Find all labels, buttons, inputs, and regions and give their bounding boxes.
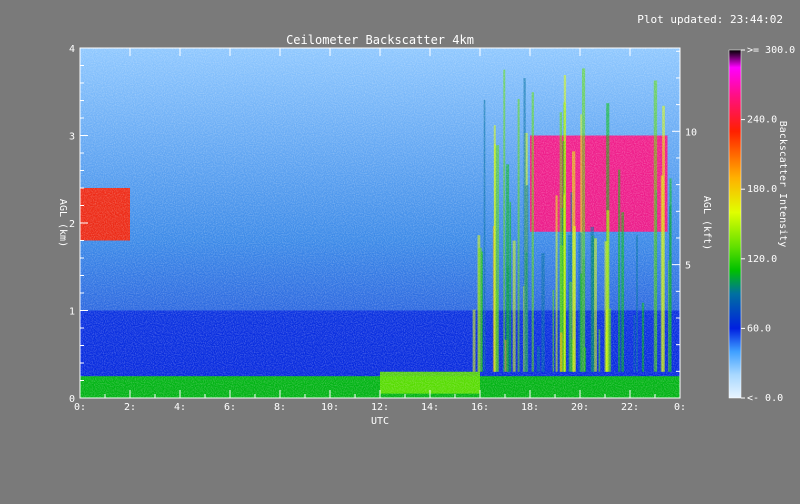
speckle-overlay: [80, 48, 680, 398]
chart-canvas: Plot updated: 23:44:02 Ceilometer Backsc…: [57, 13, 795, 427]
x-tick-label: 18:: [521, 402, 539, 413]
y-axis-left-label: AGL (km): [57, 199, 68, 247]
x-tick-label: 0:: [74, 402, 86, 413]
x-tick-label: 10:: [321, 402, 339, 413]
y-tick-label-km: 2: [69, 219, 75, 230]
y-tick-label-km: 4: [69, 44, 75, 55]
y-axis-right-label: AGL (kft): [701, 196, 712, 250]
chart-title: Ceilometer Backscatter 4km: [286, 33, 474, 47]
colorbar-tick-label: 120.0: [747, 254, 777, 265]
y-tick-label-km: 1: [69, 307, 75, 318]
colorbar-tick-label: 240.0: [747, 115, 777, 126]
colorbar-tick-label: 180.0: [747, 184, 777, 195]
x-tick-label: 2:: [124, 402, 136, 413]
x-axis-label: UTC: [371, 416, 389, 427]
ceilometer-plot: Plot updated: 23:44:02 Ceilometer Backsc…: [0, 0, 800, 500]
heatmap-area: [80, 48, 680, 398]
y-tick-label-km: 3: [69, 132, 75, 143]
y-tick-label-kft: 5: [685, 261, 691, 272]
colorbar-tick-label: <- 0.0: [747, 393, 783, 404]
x-tick-label: 14:: [421, 402, 439, 413]
colorbar-tick-label: 60.0: [747, 323, 771, 334]
y-tick-label-kft: 10: [685, 127, 697, 138]
x-tick-label: 6:: [224, 402, 236, 413]
colorbar-label: Backscatter Intensity: [777, 121, 788, 247]
x-tick-label: 20:: [571, 402, 589, 413]
colorbar-tick-label: >= 300.0: [747, 45, 795, 56]
colorbar-scale: [728, 49, 742, 399]
x-tick-label: 4:: [174, 402, 186, 413]
y-tick-label-km: 0: [69, 394, 75, 405]
x-tick-label: 12:: [371, 402, 389, 413]
x-tick-label: 0:: [674, 402, 686, 413]
x-tick-label: 22:: [621, 402, 639, 413]
x-tick-label: 8:: [274, 402, 286, 413]
x-tick-label: 16:: [471, 402, 489, 413]
plot-updated-text: Plot updated: 23:44:02: [637, 13, 783, 26]
